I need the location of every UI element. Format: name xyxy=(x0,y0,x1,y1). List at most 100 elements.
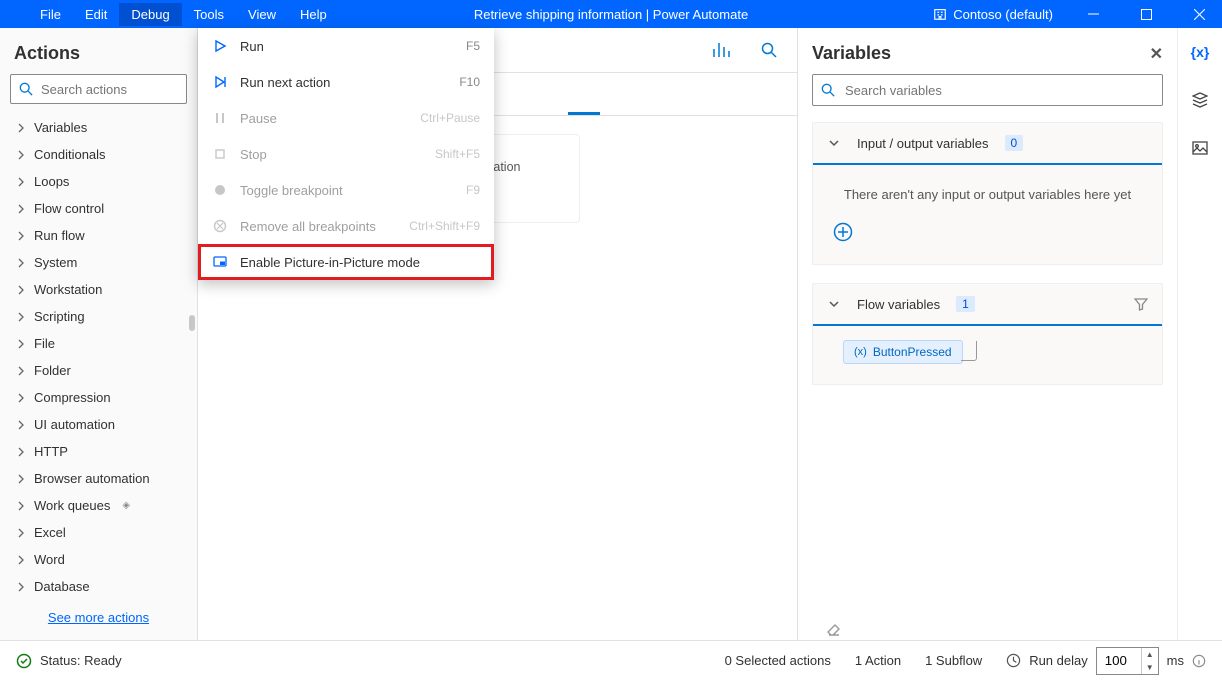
action-category[interactable]: HTTP xyxy=(0,438,197,465)
clock-icon xyxy=(1006,653,1021,668)
debug-menu-stop: StopShift+F5 xyxy=(198,136,494,172)
delay-up-button[interactable]: ▲ xyxy=(1142,648,1158,661)
action-category-label: Database xyxy=(34,579,90,594)
flow-variable-chip[interactable]: (x) ButtonPressed xyxy=(843,340,963,364)
action-category[interactable]: Work queues ◈ xyxy=(0,492,197,519)
status-ok-icon xyxy=(16,653,32,669)
minimize-icon xyxy=(1088,9,1099,20)
action-category-label: Excel xyxy=(34,525,66,540)
actions-search[interactable] xyxy=(10,74,187,104)
chevron-right-icon xyxy=(16,123,26,133)
action-category-label: Work queues xyxy=(34,498,110,513)
chevron-right-icon xyxy=(16,231,26,241)
debug-menu-run[interactable]: RunF5 xyxy=(198,28,494,64)
action-category[interactable]: System xyxy=(0,249,197,276)
run-delay-field[interactable]: ▲ ▼ xyxy=(1096,647,1159,675)
action-category-label: System xyxy=(34,255,77,270)
rail-variables-button[interactable]: {x} xyxy=(1186,38,1214,66)
add-variable-button[interactable] xyxy=(833,222,853,242)
delay-down-button[interactable]: ▼ xyxy=(1142,661,1158,674)
action-category-label: Variables xyxy=(34,120,87,135)
menu-file[interactable]: File xyxy=(28,3,73,26)
action-category[interactable]: Scripting xyxy=(0,303,197,330)
window-maximize-button[interactable] xyxy=(1124,0,1169,28)
status-actions: 1 Action xyxy=(855,653,901,668)
action-category[interactable]: Excel xyxy=(0,519,197,546)
action-category-label: Run flow xyxy=(34,228,85,243)
see-more-actions[interactable]: See more actions xyxy=(0,600,197,635)
debug-dropdown: RunF5Run next actionF10PauseCtrl+PauseSt… xyxy=(198,28,494,280)
action-category[interactable]: Conditionals xyxy=(0,141,197,168)
window-close-button[interactable] xyxy=(1177,0,1222,28)
chevron-down-icon[interactable] xyxy=(827,297,841,311)
menu-item-shortcut: Ctrl+Shift+F9 xyxy=(409,219,480,233)
io-variables-title: Input / output variables xyxy=(857,136,989,151)
action-category[interactable]: Flow control xyxy=(0,195,197,222)
variables-search-input[interactable] xyxy=(843,82,1154,99)
org-label: Contoso (default) xyxy=(953,7,1053,22)
action-category[interactable]: UI automation xyxy=(0,411,197,438)
io-variables-section: Input / output variables 0 There aren't … xyxy=(812,122,1163,265)
scrollbar-thumb[interactable] xyxy=(189,315,195,331)
chart-icon[interactable] xyxy=(713,42,731,58)
rail-layers-button[interactable] xyxy=(1186,86,1214,114)
step-icon xyxy=(212,74,228,90)
menu-item-shortcut: Shift+F5 xyxy=(435,147,480,161)
actions-search-input[interactable] xyxy=(39,81,178,98)
eraser-icon[interactable] xyxy=(826,622,842,638)
chevron-right-icon xyxy=(16,150,26,160)
action-category[interactable]: Workstation xyxy=(0,276,197,303)
action-category[interactable]: Run flow xyxy=(0,222,197,249)
menu-tools[interactable]: Tools xyxy=(182,3,236,26)
action-category[interactable]: Variables xyxy=(0,114,197,141)
debug-menu-enable-picture-in-picture-mode[interactable]: Enable Picture-in-Picture mode xyxy=(198,244,494,280)
menu-item-shortcut: F5 xyxy=(466,39,480,53)
flow-variables-section: Flow variables 1 (x) ButtonPressed xyxy=(812,283,1163,385)
action-category-label: File xyxy=(34,336,55,351)
debug-menu-run-next-action[interactable]: Run next actionF10 xyxy=(198,64,494,100)
io-variables-count: 0 xyxy=(1005,135,1024,151)
window-title: Retrieve shipping information | Power Au… xyxy=(474,7,748,22)
close-icon xyxy=(1194,9,1205,20)
action-category[interactable]: Loops xyxy=(0,168,197,195)
run-delay-input[interactable] xyxy=(1097,648,1141,674)
action-category[interactable]: Folder xyxy=(0,357,197,384)
filter-icon[interactable] xyxy=(1134,297,1148,311)
menu-edit[interactable]: Edit xyxy=(73,3,119,26)
run-delay-unit: ms xyxy=(1167,653,1184,668)
menu-help[interactable]: Help xyxy=(288,3,339,26)
stop-icon xyxy=(212,146,228,162)
chevron-down-icon[interactable] xyxy=(827,136,841,150)
info-icon[interactable] xyxy=(1192,654,1206,668)
chevron-right-icon xyxy=(16,312,26,322)
variables-search[interactable] xyxy=(812,74,1163,106)
menu-item-label: Enable Picture-in-Picture mode xyxy=(240,255,420,270)
search-icon[interactable] xyxy=(761,42,777,58)
chevron-right-icon xyxy=(16,501,26,511)
premium-icon: ◈ xyxy=(122,500,130,511)
search-icon xyxy=(821,83,835,97)
close-panel-button[interactable]: ✕ xyxy=(1150,44,1163,64)
action-category[interactable]: Compression xyxy=(0,384,197,411)
debug-menu-toggle-breakpoint: Toggle breakpointF9 xyxy=(198,172,494,208)
action-category[interactable]: Database xyxy=(0,573,197,600)
action-category[interactable]: Browser automation xyxy=(0,465,197,492)
bpx-icon xyxy=(212,218,228,234)
chevron-right-icon xyxy=(16,555,26,565)
flow-variable-name: ButtonPressed xyxy=(873,345,952,359)
subflow-tab[interactable] xyxy=(568,92,600,115)
menu-debug[interactable]: Debug xyxy=(119,3,181,26)
action-category-label: Flow control xyxy=(34,201,104,216)
action-category[interactable]: Word xyxy=(0,546,197,573)
variable-chip-border xyxy=(961,341,978,361)
search-icon xyxy=(19,82,33,96)
building-icon xyxy=(933,7,947,21)
variable-icon: (x) xyxy=(854,346,867,358)
window-minimize-button[interactable] xyxy=(1071,0,1116,28)
action-category[interactable]: File xyxy=(0,330,197,357)
org-switcher[interactable]: Contoso (default) xyxy=(923,7,1063,22)
action-category-label: UI automation xyxy=(34,417,115,432)
rail-image-button[interactable] xyxy=(1186,134,1214,162)
menu-view[interactable]: View xyxy=(236,3,288,26)
menu-item-label: Pause xyxy=(240,111,277,126)
